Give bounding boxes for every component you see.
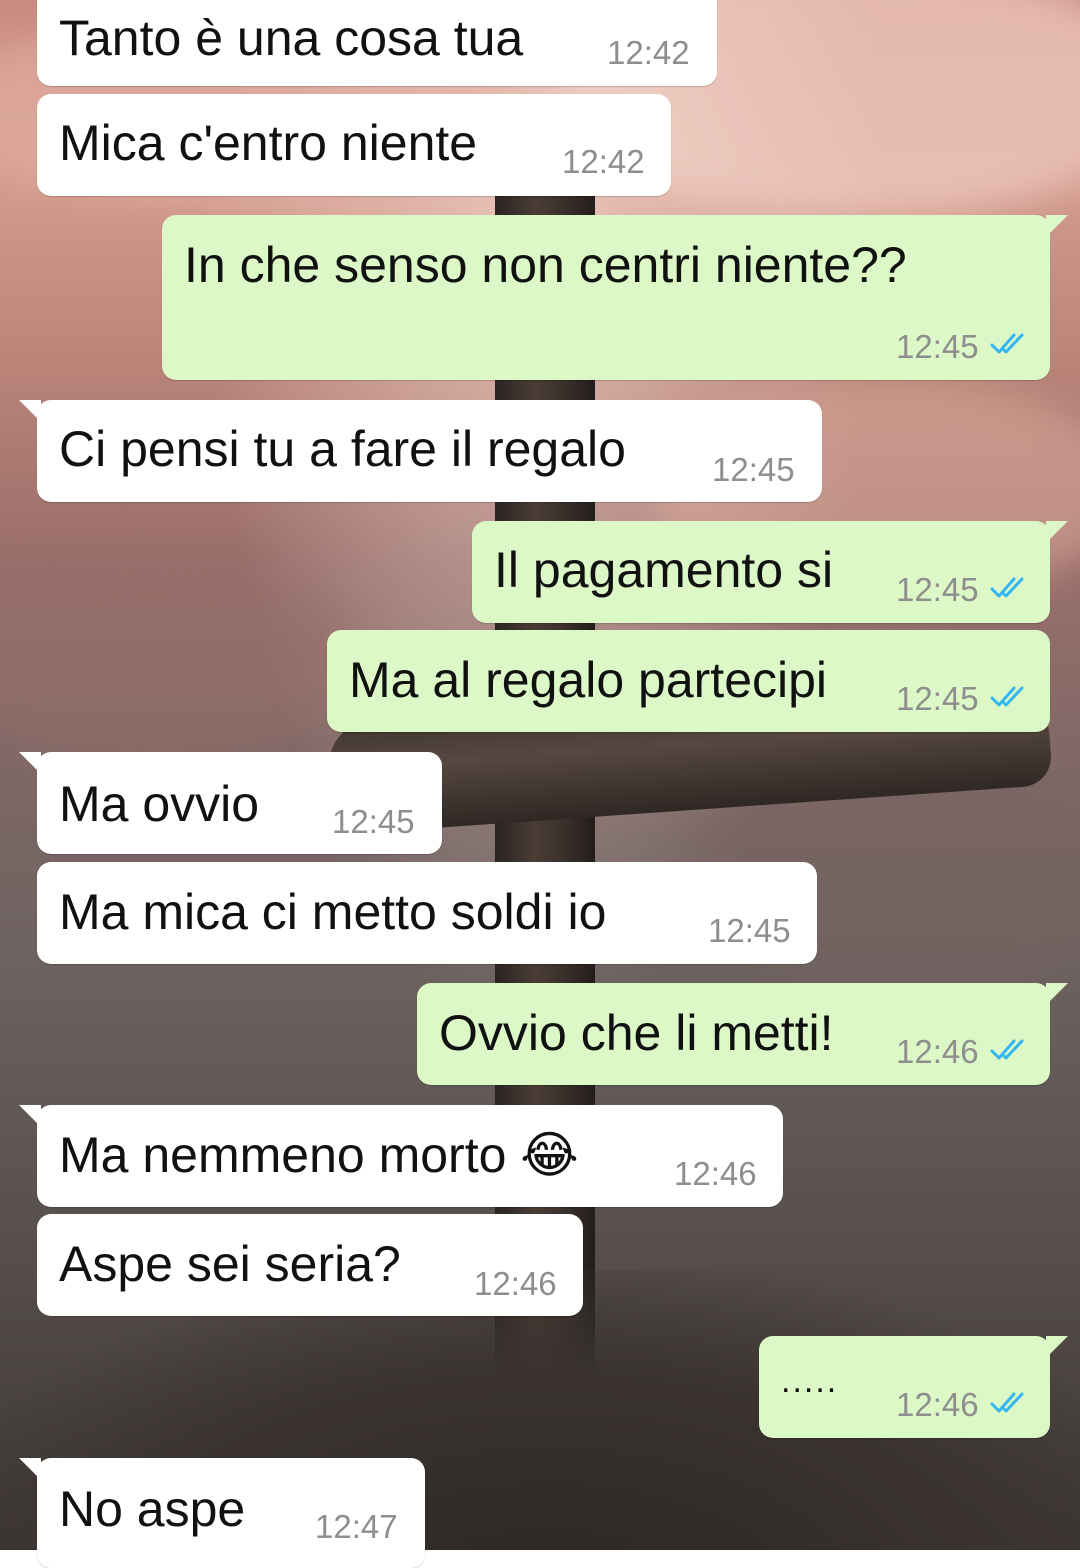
message-text: Ma nemmeno morto 😂 <box>59 1127 579 1183</box>
message-text: Ovvio che li metti! <box>439 1005 834 1061</box>
message-text: Ma mica ci metto soldi io <box>59 884 607 940</box>
outgoing-message[interactable]: Il pagamento si 12:45 <box>472 521 1068 623</box>
incoming-message[interactable]: No aspe 12:47 <box>19 1458 425 1568</box>
message-time: 12:46 <box>474 1265 557 1302</box>
message-text: Ma ovvio <box>59 776 260 832</box>
message-text: In che senso non centri niente?? <box>184 237 907 293</box>
outgoing-message[interactable]: In che senso non centri niente?? 12:45 <box>162 215 1068 380</box>
read-double-check-icon <box>990 333 1024 354</box>
message-text: No aspe <box>59 1481 246 1537</box>
incoming-message[interactable]: Ci pensi tu a fare il regalo 12:45 <box>19 400 822 502</box>
incoming-message[interactable]: Aspe sei seria? 12:46 <box>37 1214 583 1316</box>
message-time: 12:45 <box>896 680 979 717</box>
message-text: Il pagamento si <box>494 542 834 598</box>
message-time: 12:47 <box>315 1508 398 1545</box>
incoming-message[interactable]: Tanto è una cosa tua 12:42 <box>37 0 717 86</box>
incoming-message[interactable]: Ma mica ci metto soldi io 12:45 <box>37 862 817 964</box>
message-time: 12:45 <box>332 803 415 840</box>
read-double-check-icon <box>990 686 1024 707</box>
incoming-message[interactable]: Ma nemmeno morto 😂 12:46 <box>19 1105 783 1207</box>
incoming-message[interactable]: Ma ovvio 12:45 <box>19 752 442 854</box>
message-time: 12:45 <box>708 912 791 949</box>
outgoing-message[interactable]: Ma al regalo partecipi 12:45 <box>327 630 1050 732</box>
message-time: 12:42 <box>562 143 645 180</box>
read-double-check-icon <box>990 1039 1024 1060</box>
message-time: 12:42 <box>607 34 690 71</box>
message-text: Tanto è una cosa tua <box>59 10 524 66</box>
message-text: Mica c'entro niente <box>59 115 478 171</box>
message-time: 12:45 <box>712 451 795 488</box>
message-text: Ci pensi tu a fare il regalo <box>59 421 626 477</box>
read-double-check-icon <box>990 1392 1024 1413</box>
read-double-check-icon <box>990 577 1024 598</box>
message-text: Aspe sei seria? <box>59 1236 401 1292</box>
outgoing-message[interactable]: ..... 12:46 <box>759 1336 1068 1438</box>
message-time: 12:46 <box>674 1155 757 1192</box>
message-time: 12:46 <box>896 1386 979 1423</box>
incoming-message[interactable]: Mica c'entro niente 12:42 <box>37 94 671 196</box>
message-time: 12:45 <box>896 571 979 608</box>
outgoing-message[interactable]: Ovvio che li metti! 12:46 <box>417 983 1068 1085</box>
message-time: 12:46 <box>896 1033 979 1070</box>
message-time: 12:45 <box>896 328 979 365</box>
message-text: Ma al regalo partecipi <box>349 652 828 708</box>
wallpaper-cloud <box>0 560 360 760</box>
message-text: ..... <box>781 1362 839 1400</box>
